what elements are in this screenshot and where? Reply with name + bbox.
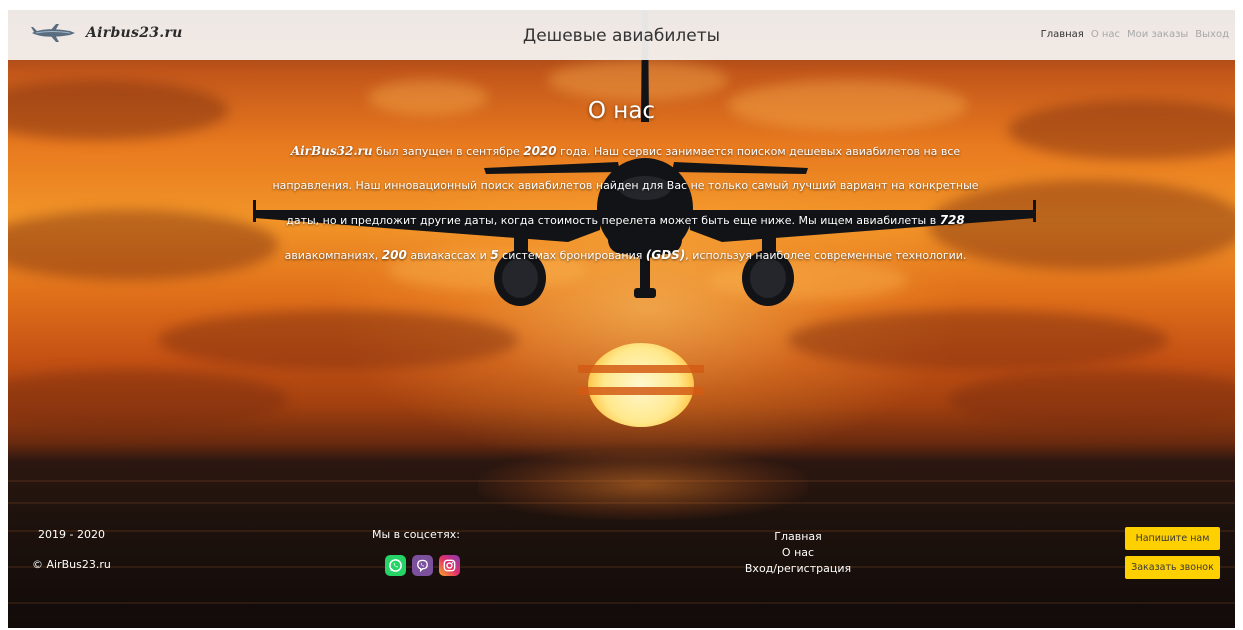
sea-reflection — [478, 450, 808, 520]
cloud — [8, 370, 288, 430]
viber-icon[interactable] — [412, 555, 433, 576]
sea-wave — [8, 480, 1235, 482]
about-brand: AirBus32.ru — [290, 144, 373, 158]
nav-about[interactable]: О нас — [1091, 29, 1120, 40]
top-nav: Главная О нас Мои заказы Выход — [1041, 29, 1229, 40]
about-gds: (GDS) — [645, 248, 686, 262]
cloud — [948, 370, 1235, 430]
about-offices-count: 200 — [381, 248, 407, 262]
sun — [588, 343, 694, 427]
about-airlines-count: 728 — [939, 213, 965, 227]
about-text-part: авиакассах и — [406, 249, 491, 262]
about-text-part: авиакомпаниях, — [284, 249, 382, 262]
footer-link-home[interactable]: Главная — [708, 529, 888, 545]
footer-link-login[interactable]: Вход/регистрация — [708, 561, 888, 577]
sea-wave — [8, 502, 1235, 504]
cloud — [548, 60, 728, 100]
sea-wave — [8, 566, 1235, 568]
request-call-button[interactable]: Заказать звонок — [1125, 556, 1220, 579]
about-paragraph: AirBus32.ru был запущен в сентябре 2020 … — [258, 134, 993, 273]
sea-wave — [8, 530, 1235, 532]
footer-copyright: © AirBus23.ru — [32, 558, 111, 571]
cloud — [158, 310, 518, 370]
about-text-part: был запущен в сентябре — [372, 145, 524, 158]
about-title: О нас — [587, 98, 656, 124]
about-text-part: , используя наиболее современные техноло… — [685, 249, 967, 262]
about-systems-count: 5 — [490, 248, 499, 262]
social-links — [385, 555, 460, 576]
write-us-button[interactable]: Напишите нам — [1125, 527, 1220, 550]
site-header: Airbus23.ru Дешевые авиабилеты Главная О… — [8, 10, 1235, 60]
page-background: Airbus23.ru Дешевые авиабилеты Главная О… — [8, 10, 1235, 628]
sea-wave — [8, 602, 1235, 604]
instagram-icon[interactable] — [439, 555, 460, 576]
nav-logout[interactable]: Выход — [1195, 29, 1229, 40]
sun-cloud-band — [578, 365, 704, 373]
whatsapp-icon[interactable] — [385, 555, 406, 576]
nav-my-orders[interactable]: Мои заказы — [1127, 29, 1188, 40]
footer-links: Главная О нас Вход/регистрация — [708, 529, 888, 577]
about-year: 2020 — [523, 144, 557, 158]
cloud — [8, 210, 278, 280]
nav-home[interactable]: Главная — [1041, 29, 1084, 40]
footer-link-about[interactable]: О нас — [708, 545, 888, 561]
footer-years: 2019 - 2020 — [38, 528, 105, 541]
cloud — [788, 310, 1168, 370]
footer-social-label: Мы в соцсетях: — [372, 528, 460, 541]
sun-cloud-band — [578, 387, 704, 395]
about-text-part: системах бронирования — [498, 249, 646, 262]
